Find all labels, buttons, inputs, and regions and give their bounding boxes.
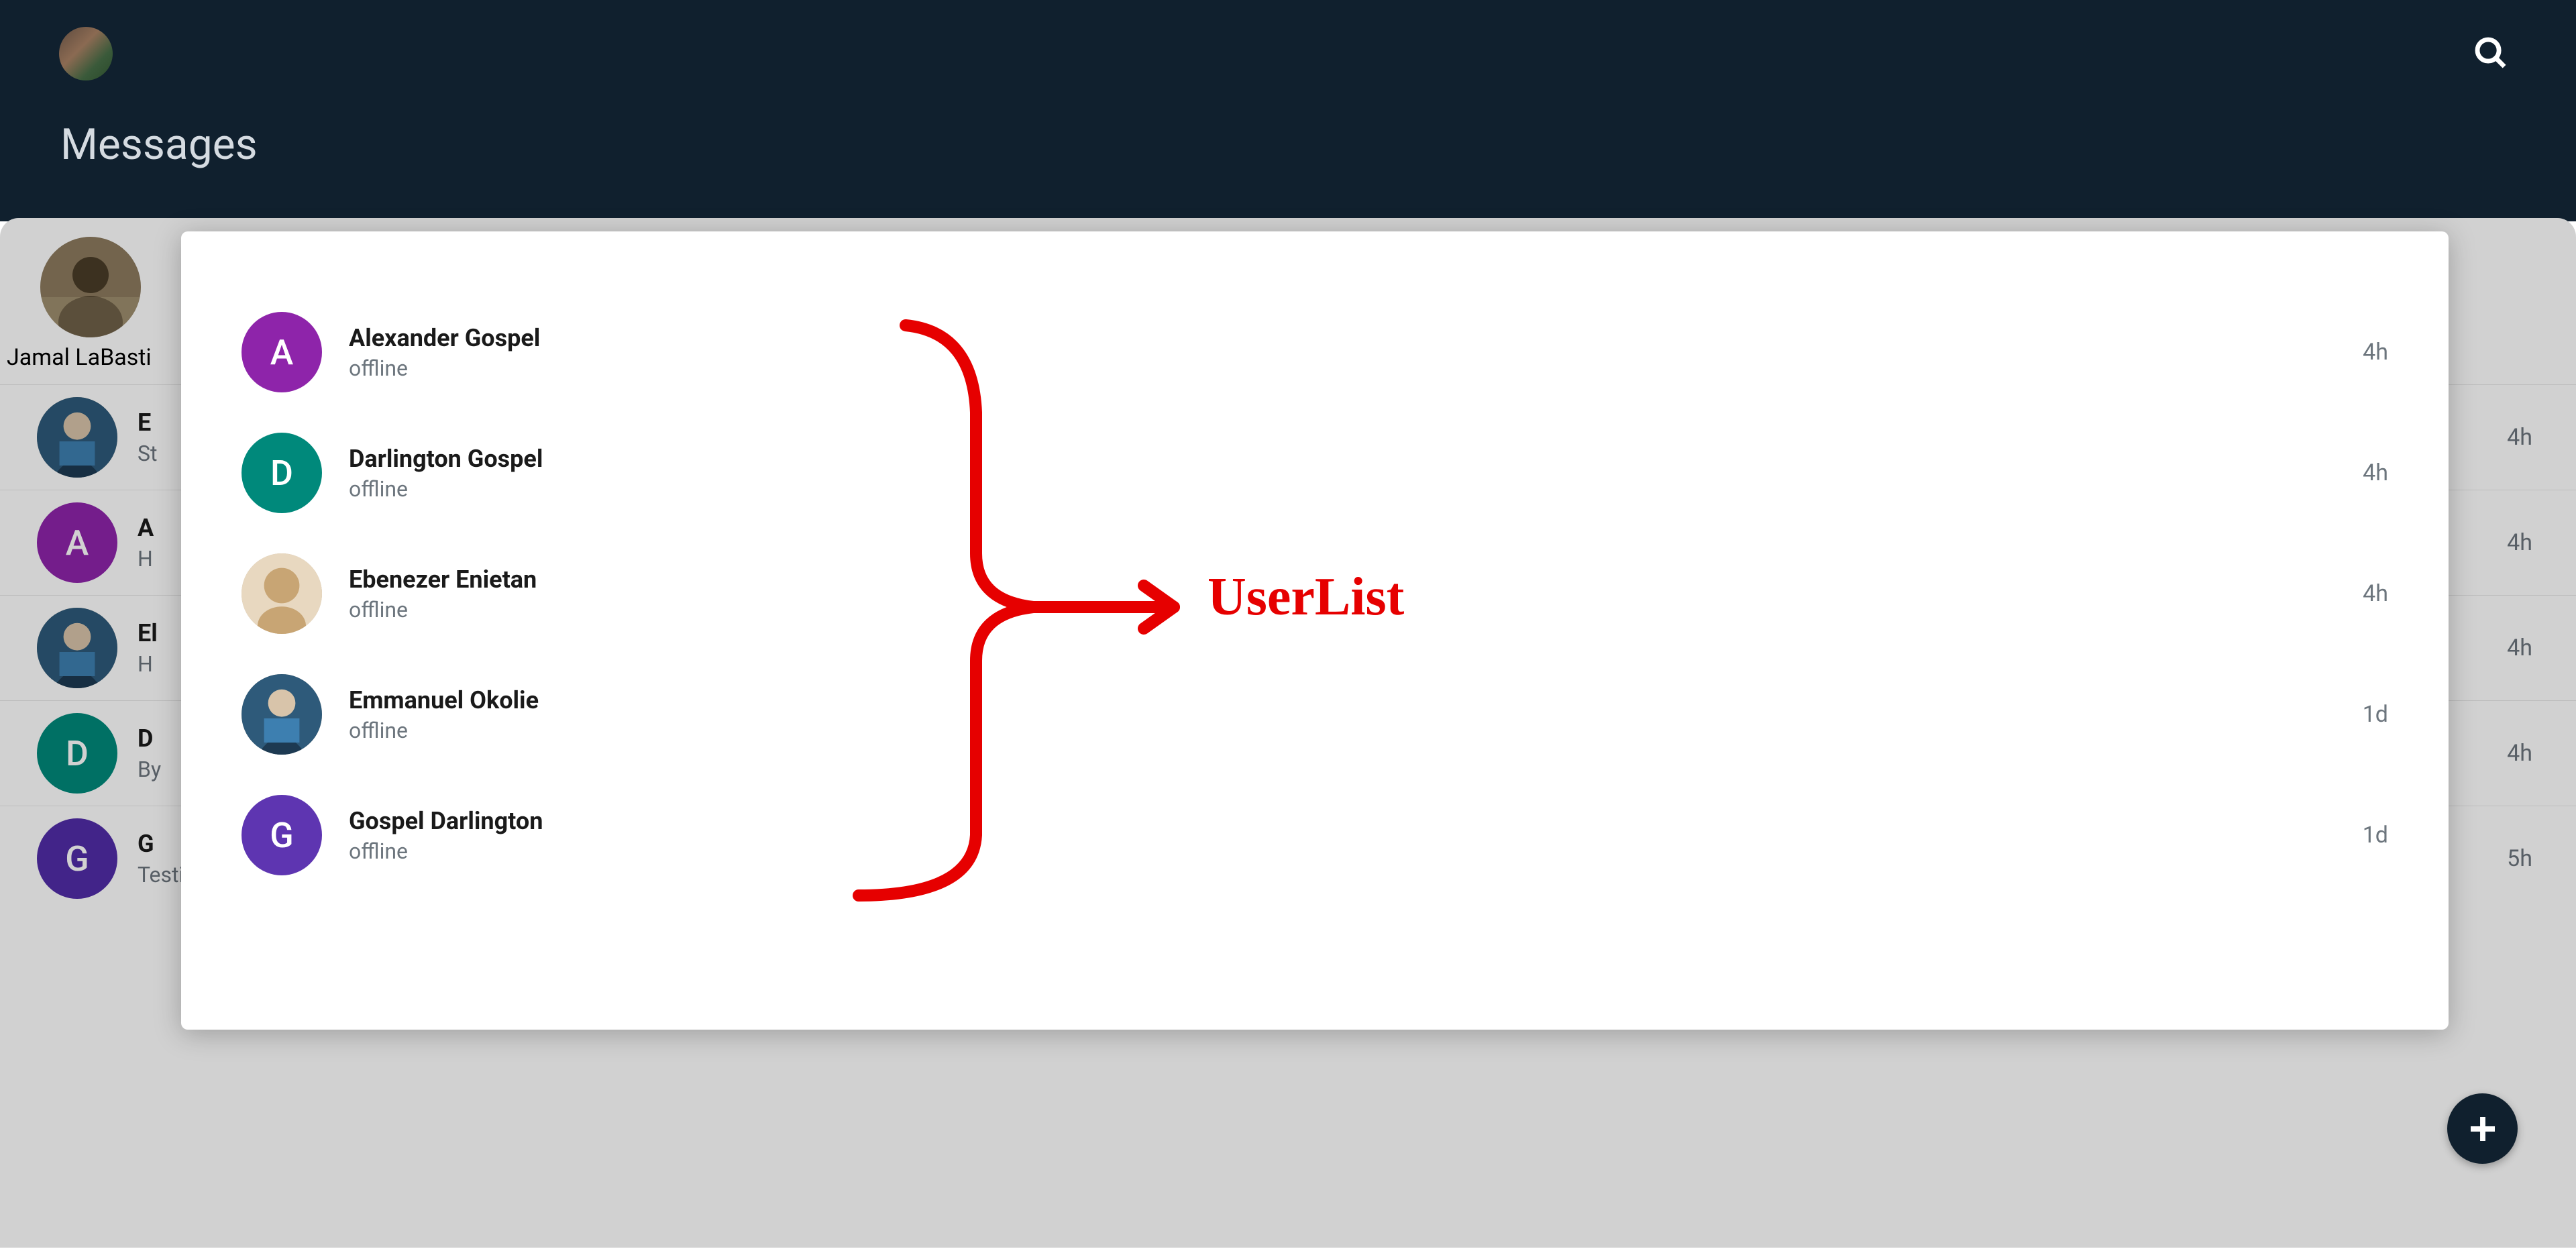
conversation-time: 4h [2507,529,2532,556]
user-status: offline [349,718,539,743]
main-area: Jamal LaBasti ESt4hAAH4hElH4hDDBy4hGGTes… [0,218,2576,1248]
user-time: 4h [2363,339,2388,366]
user-name: Gospel Darlington [349,807,543,835]
top-header: Messages [0,0,2576,221]
search-button[interactable] [2472,34,2536,74]
avatar-initial: G [37,818,117,899]
user-name: Ebenezer Enietan [349,565,537,594]
user-status: offline [349,597,537,622]
user-time: 1d [2363,822,2388,849]
avatar-placeholder-icon [37,397,117,478]
user-time: 4h [2363,580,2388,607]
user-time: 4h [2363,459,2388,486]
user-list-modal[interactable]: A Alexander Gospel offline 4h D Darlington Go… [181,231,2449,1030]
user-time: 1d [2363,701,2388,728]
avatar-photo [241,553,322,634]
avatar-initial: A [37,502,117,583]
avatar-initial: D [37,713,117,794]
page-title: Messages [60,119,2536,170]
avatar-photo [37,608,117,688]
user-list-item[interactable]: Ebenezer Enietan offline 4h [241,533,2388,654]
user-list-item[interactable]: A Alexander Gospel offline 4h [241,292,2388,413]
user-status: offline [349,356,540,381]
user-body: Gospel Darlington offline [349,807,543,864]
featured-avatar [40,237,141,337]
user-status: offline [349,838,543,864]
avatar-photo [241,674,322,755]
plus-icon [2465,1111,2501,1147]
avatar-photo [37,397,117,478]
avatar-placeholder-icon [241,674,322,755]
user-name: Emmanuel Okolie [349,686,539,714]
avatar-initial: G [241,795,322,875]
new-message-button[interactable] [2447,1093,2518,1164]
avatar-initial: A [241,312,322,392]
brand-avatar[interactable] [59,27,113,80]
conversation-time: 4h [2507,424,2532,451]
user-list-item[interactable]: G Gospel Darlington offline 1d [241,775,2388,895]
user-status: offline [349,476,543,502]
conversation-time: 4h [2507,635,2532,661]
user-body: Ebenezer Enietan offline [349,565,537,622]
avatar-placeholder-icon [241,553,322,634]
avatar-placeholder-icon [37,608,117,688]
top-header-row [59,27,2536,80]
user-list-item[interactable]: D Darlington Gospel offline 4h [241,413,2388,533]
user-body: Emmanuel Okolie offline [349,686,539,743]
conversation-time: 4h [2507,740,2532,767]
user-list-item[interactable]: Emmanuel Okolie offline 1d [241,654,2388,775]
user-name: Darlington Gospel [349,445,543,473]
user-name: Alexander Gospel [349,324,540,352]
user-body: Darlington Gospel offline [349,445,543,502]
avatar-initial: D [241,433,322,513]
user-body: Alexander Gospel offline [349,324,540,381]
avatar-placeholder-icon [40,237,141,337]
search-icon [2472,34,2509,71]
conversation-time: 5h [2507,845,2532,872]
